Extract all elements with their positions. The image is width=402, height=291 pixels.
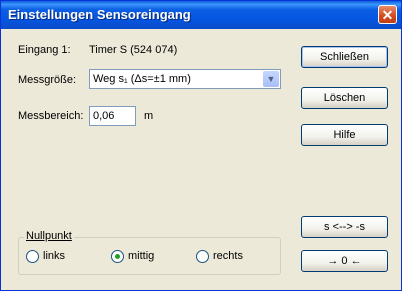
nullpunkt-rechts-label[interactable]: rechts [213,250,243,262]
messgroesse-label: Messgröße: [18,74,77,86]
set-zero-button[interactable]: → 0 ← [301,250,388,272]
swap-sign-button[interactable]: s <--> -s [301,216,388,238]
nullpunkt-links-radio[interactable] [26,250,39,263]
nullpunkt-rechts-radio[interactable] [196,250,209,263]
messgroesse-selected-value: Weg s₁ (Δs=±1 mm) [93,73,191,85]
close-button[interactable]: ✕ [378,5,397,24]
chevron-down-icon[interactable]: ▼ [263,71,279,87]
messgroesse-select[interactable]: Weg s₁ (Δs=±1 mm) ▼ [89,69,281,89]
eingang-label: Eingang 1: [18,44,71,56]
hilfe-button[interactable]: Hilfe [301,124,388,146]
title-bar[interactable]: Einstellungen Sensoreingang ✕ [1,1,401,29]
loeschen-button[interactable]: Löschen [301,87,388,109]
nullpunkt-mittig-radio[interactable] [111,250,124,263]
sensor-settings-dialog: Einstellungen Sensoreingang ✕ Eingang 1:… [0,0,402,291]
messbereich-input[interactable]: 0,06 [89,106,136,126]
nullpunkt-legend: Nullpunkt [24,230,74,242]
eingang-value: Timer S (524 074) [89,44,178,56]
schliessen-button[interactable]: Schließen [301,46,388,68]
nullpunkt-links-label[interactable]: links [43,250,65,262]
messbereich-label: Messbereich: [18,110,84,122]
messbereich-unit: m [144,110,154,122]
dialog-title: Einstellungen Sensoreingang [8,7,191,22]
nullpunkt-mittig-label[interactable]: mittig [128,250,154,262]
